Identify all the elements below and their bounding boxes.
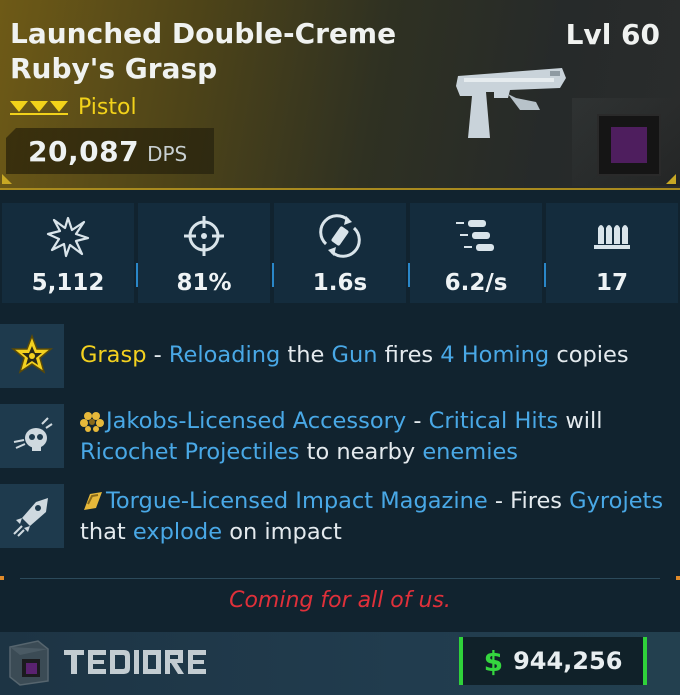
perk-keyword: Critical Hits (428, 408, 559, 434)
item-card: Launched Double-Creme Ruby's Grasp Lvl 6… (0, 0, 680, 695)
stat-damage: 5,112 (2, 203, 138, 303)
dps-unit: DPS (147, 142, 188, 166)
damage-burst-icon (46, 216, 90, 258)
perk-keyword: Reloading (168, 342, 281, 368)
perk-description: Jakobs-Licensed Accessory - Critical Hit… (80, 406, 670, 468)
perk-keyword: Gyrojets (569, 488, 664, 514)
stat-value: 5,112 (31, 270, 105, 296)
perk-title: Jakobs-Licensed Accessory (106, 408, 407, 434)
pistol-icon (456, 68, 566, 138)
perk-text: copies (549, 342, 629, 368)
perk-text: on impact (222, 519, 342, 545)
corner-marker (2, 174, 12, 184)
corner-marker (666, 174, 676, 184)
item-header: Launched Double-Creme Ruby's Grasp Lvl 6… (0, 0, 680, 190)
perk-text: that (80, 519, 133, 545)
element-chip (597, 114, 661, 176)
perk-badge (0, 484, 64, 548)
perk-text: - (146, 342, 169, 368)
grasp-star-icon (10, 334, 54, 374)
jakobs-emblem-icon (80, 412, 104, 432)
stat-value: 81% (176, 270, 232, 296)
stat-fire-rate: 6.2/s (410, 203, 546, 303)
perk-keyword: explode (132, 519, 223, 545)
perk-badge (0, 404, 64, 468)
stats-row: 5,112 81% 1.6s 6.2/s 17 (0, 203, 680, 303)
perk-title: Grasp (80, 342, 147, 368)
reload-magazine-icon (319, 214, 361, 258)
torgue-emblem-icon (84, 492, 102, 510)
currency-symbol: $ (483, 644, 504, 678)
perk-keyword: 4 Homing (440, 342, 550, 368)
divider-tick (0, 576, 4, 580)
stat-magazine: 17 (546, 203, 678, 303)
weapon-type: Pistol (78, 94, 137, 120)
perk-text: fires (377, 342, 441, 368)
stat-value: 17 (595, 270, 628, 296)
stat-value: 6.2/s (444, 270, 508, 296)
price-value: 944,256 (513, 647, 623, 675)
flavor-text: Coming for all of us. (229, 588, 451, 613)
item-name: Launched Double-Creme Ruby's Grasp (10, 17, 397, 85)
fire-rate-bullets-icon (456, 220, 494, 251)
perk-description: Torgue-Licensed Impact Magazine - Fires … (80, 486, 670, 548)
rocket-gyrojet-icon (13, 498, 48, 537)
perk-keyword: enemies (422, 439, 519, 465)
perk-description: Grasp - Reloading the Gun fires 4 Homing… (80, 340, 670, 371)
crosshair-accuracy-icon (184, 216, 224, 256)
dps-box: 20,087 DPS (6, 128, 214, 174)
rarity-row: Pistol (10, 92, 137, 122)
perk-text: the (280, 342, 332, 368)
perk-text: - (406, 408, 429, 434)
price-box: $ 944,256 (459, 637, 647, 685)
stat-accuracy: 81% (138, 203, 274, 303)
perk-text: will (558, 408, 603, 434)
perk-text: to nearby (299, 439, 423, 465)
divider-tick (676, 576, 680, 580)
perk-text: - Fires (487, 488, 570, 514)
tediore-logo (64, 650, 206, 674)
item-footer: $ 944,256 (0, 632, 680, 695)
perk-title: Torgue-Licensed Impact Magazine (106, 488, 488, 514)
magazine-ammo-icon (594, 225, 630, 249)
perk-keyword: Ricochet Projectiles (80, 439, 300, 465)
stat-value: 1.6s (312, 270, 368, 296)
perk-keyword: Gun (331, 342, 378, 368)
item-level: Lvl 60 (565, 18, 660, 51)
manufacturer-cube-icon (9, 640, 49, 686)
legendary-rarity-icon (10, 101, 68, 115)
stat-reload: 1.6s (274, 203, 410, 303)
section-divider (20, 578, 660, 579)
dps-value: 20,087 (28, 134, 140, 168)
skull-ricochet-icon (13, 417, 53, 451)
perk-badge (0, 324, 64, 388)
